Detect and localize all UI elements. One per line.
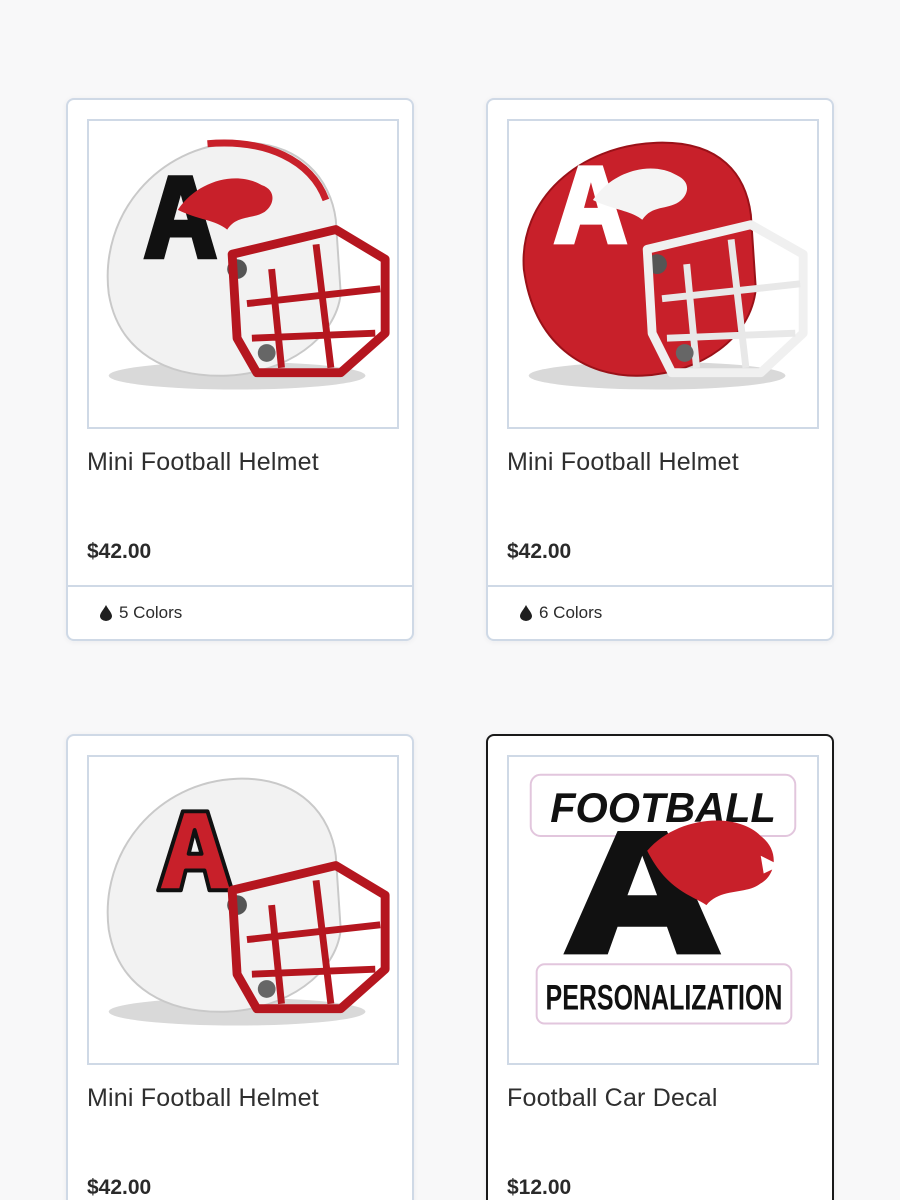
product-card[interactable]: Mini Football Helmet $42.00 5 Colors bbox=[66, 98, 414, 641]
white-helmet-block-a-icon bbox=[106, 777, 390, 1026]
product-image[interactable] bbox=[507, 119, 819, 429]
product-price: $12.00 bbox=[507, 1176, 572, 1199]
color-count: 5 Colors bbox=[119, 603, 183, 622]
droplet-icon bbox=[100, 605, 112, 621]
product-card[interactable]: Mini Football Helmet $42.00 bbox=[66, 734, 414, 1200]
color-count: 6 Colors bbox=[539, 603, 603, 622]
white-helmet-lion-logo-icon bbox=[106, 139, 390, 390]
product-card[interactable]: FOOTBALL PERSONALIZATION Football Car De… bbox=[486, 734, 834, 1200]
product-image[interactable]: FOOTBALL PERSONALIZATION bbox=[507, 755, 819, 1065]
color-count-row: 6 Colors bbox=[488, 585, 832, 639]
product-title[interactable]: Mini Football Helmet bbox=[87, 448, 319, 477]
product-price: $42.00 bbox=[87, 1176, 152, 1199]
product-title[interactable]: Football Car Decal bbox=[507, 1084, 718, 1113]
red-helmet-lion-logo-icon bbox=[522, 141, 808, 390]
product-image[interactable] bbox=[87, 755, 399, 1065]
decal-top-text: FOOTBALL bbox=[550, 784, 776, 831]
football-decal-icon: FOOTBALL PERSONALIZATION bbox=[529, 773, 797, 1025]
product-price: $42.00 bbox=[87, 540, 152, 563]
decal-bottom-text: PERSONALIZATION bbox=[546, 978, 783, 1018]
product-image[interactable] bbox=[87, 119, 399, 429]
product-title[interactable]: Mini Football Helmet bbox=[507, 448, 739, 477]
product-price: $42.00 bbox=[507, 540, 572, 563]
product-card[interactable]: Mini Football Helmet $42.00 6 Colors bbox=[486, 98, 834, 641]
color-count-row: 5 Colors bbox=[68, 585, 412, 639]
droplet-icon bbox=[520, 605, 532, 621]
product-title[interactable]: Mini Football Helmet bbox=[87, 1084, 319, 1113]
